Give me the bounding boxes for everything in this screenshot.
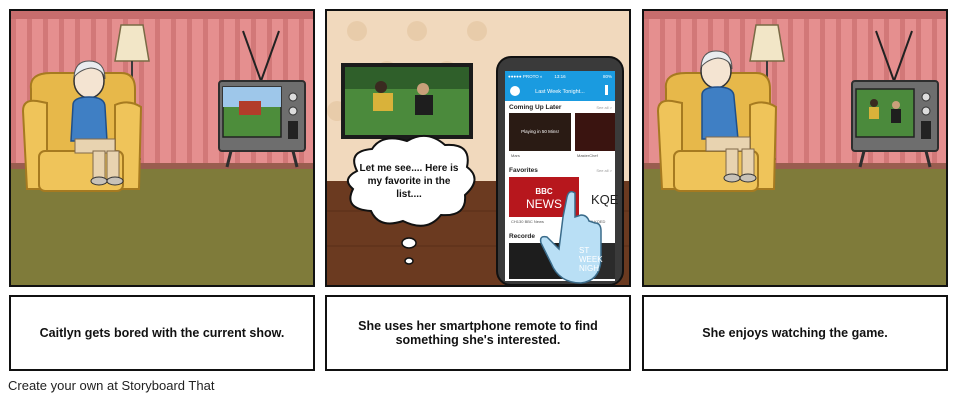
coming-up-label: Coming Up Later (509, 104, 562, 111)
panel-1 (9, 9, 315, 287)
see-all-2[interactable]: See all > (596, 168, 612, 173)
panel-3 (642, 9, 948, 287)
tile2-caption: MasterChef (577, 153, 599, 158)
power-icon[interactable] (510, 86, 520, 96)
panel-2-scene: Let me see.... Here is my favorite in th… (327, 11, 629, 285)
bubble-line-3: list.... (396, 189, 422, 200)
caption-2: She uses her smartphone remote to find s… (325, 295, 631, 371)
panel-1-scene (11, 11, 313, 285)
bubble-line-1: Let me see.... Here is (360, 163, 459, 174)
tile1-caption: Mars (511, 153, 520, 158)
caption-3: She enjoys watching the game. (642, 295, 948, 371)
rec-text-line: WEEK (579, 255, 603, 264)
tile1-label: Playing in 50 Mins! (521, 129, 559, 134)
flat-tv-icon (341, 63, 473, 152)
favorites-label: Favorites (509, 167, 538, 174)
rec-text-line: ST (579, 246, 589, 255)
kqed-text: KQE (591, 192, 619, 207)
status-time: 13:16 (554, 74, 566, 79)
panel-3-scene (644, 11, 946, 285)
panel-2: Let me see.... Here is my favorite in th… (325, 9, 631, 287)
fav1-caption: CH130 BBC News (511, 219, 544, 224)
now-playing[interactable]: Last Week Tonight... (535, 89, 585, 95)
rec-text-line: NIGH (579, 264, 599, 273)
footer-link[interactable]: Create your own at Storyboard That (8, 378, 214, 393)
see-all-1[interactable]: See all > (596, 105, 612, 110)
status-carrier: ●●●●● PROTO ◐ (508, 74, 543, 79)
remote-icon[interactable] (605, 85, 608, 95)
show-tile-masterchef[interactable] (575, 113, 615, 151)
bbc-text: BBC (535, 187, 553, 196)
news-text: NEWS (526, 197, 562, 211)
recordings-label: Recorde (509, 233, 535, 240)
caption-1: Caitlyn gets bored with the current show… (9, 295, 315, 371)
bubble-line-2: my favorite in the (368, 176, 451, 187)
status-battery: 80% (603, 74, 612, 79)
